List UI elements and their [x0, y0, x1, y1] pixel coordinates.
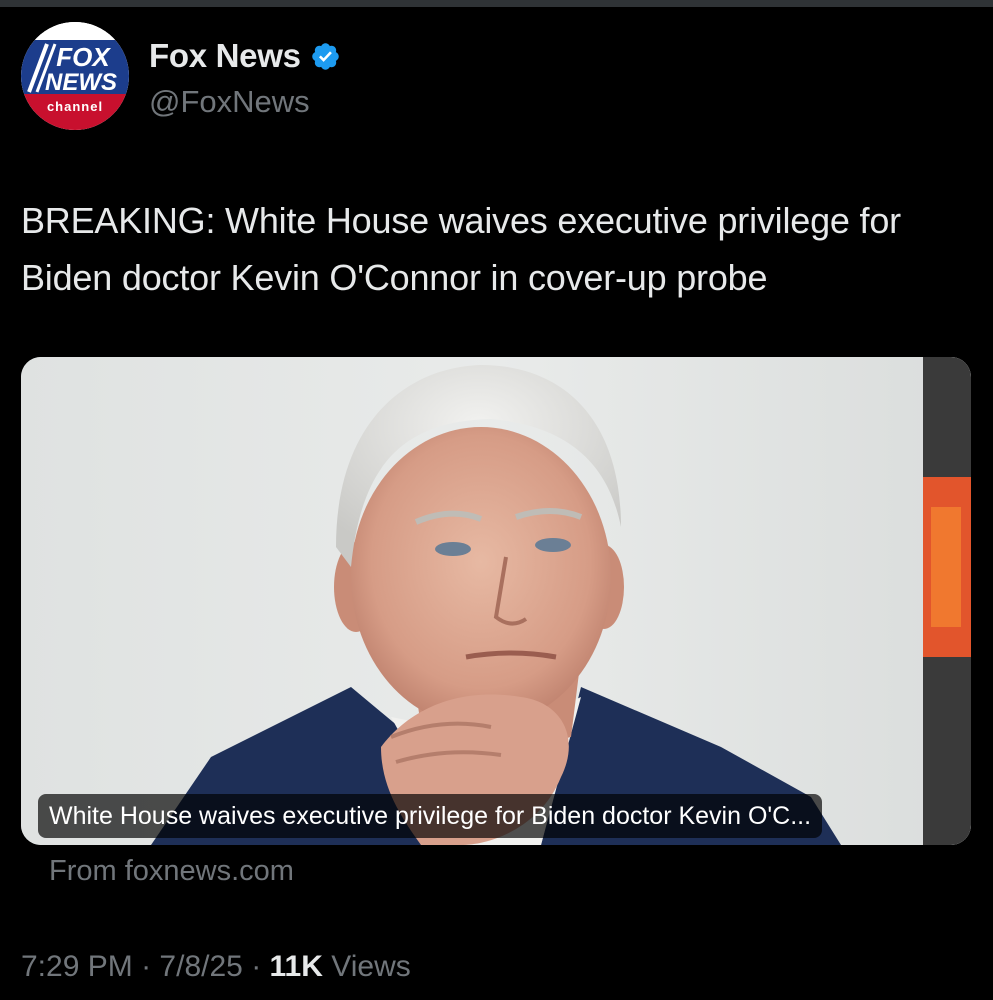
logo-text-channel: channel — [47, 99, 103, 114]
tweet-date[interactable]: 7/8/25 — [159, 950, 242, 983]
logo-text-news: NEWS — [45, 69, 117, 96]
tweet-metadata: 7:29 PM · 7/8/25 · 11K Views — [21, 950, 411, 984]
link-source[interactable]: From foxnews.com — [49, 855, 294, 888]
fox-news-logo-icon: FOX NEWS channel — [21, 22, 129, 130]
separator-dot: · — [251, 950, 262, 983]
author-block[interactable]: Fox News @FoxNews — [149, 36, 341, 120]
display-name[interactable]: Fox News — [149, 37, 301, 75]
logo-text-fox: FOX — [56, 42, 111, 72]
display-name-row: Fox News — [149, 36, 341, 76]
views-label: Views — [331, 950, 411, 983]
tweet-time[interactable]: 7:29 PM — [21, 950, 133, 983]
article-photo — [21, 357, 971, 845]
views-count[interactable]: 11K — [270, 950, 323, 983]
separator-dot: · — [141, 950, 152, 983]
top-divider — [0, 0, 993, 7]
verified-badge-icon[interactable] — [310, 41, 341, 72]
link-card[interactable]: White House waives executive privilege f… — [21, 357, 971, 845]
avatar[interactable]: FOX NEWS channel — [21, 22, 129, 130]
link-card-title[interactable]: White House waives executive privilege f… — [38, 794, 823, 838]
handle[interactable]: @FoxNews — [149, 84, 341, 120]
tweet-text: BREAKING: White House waives executive p… — [21, 200, 901, 298]
